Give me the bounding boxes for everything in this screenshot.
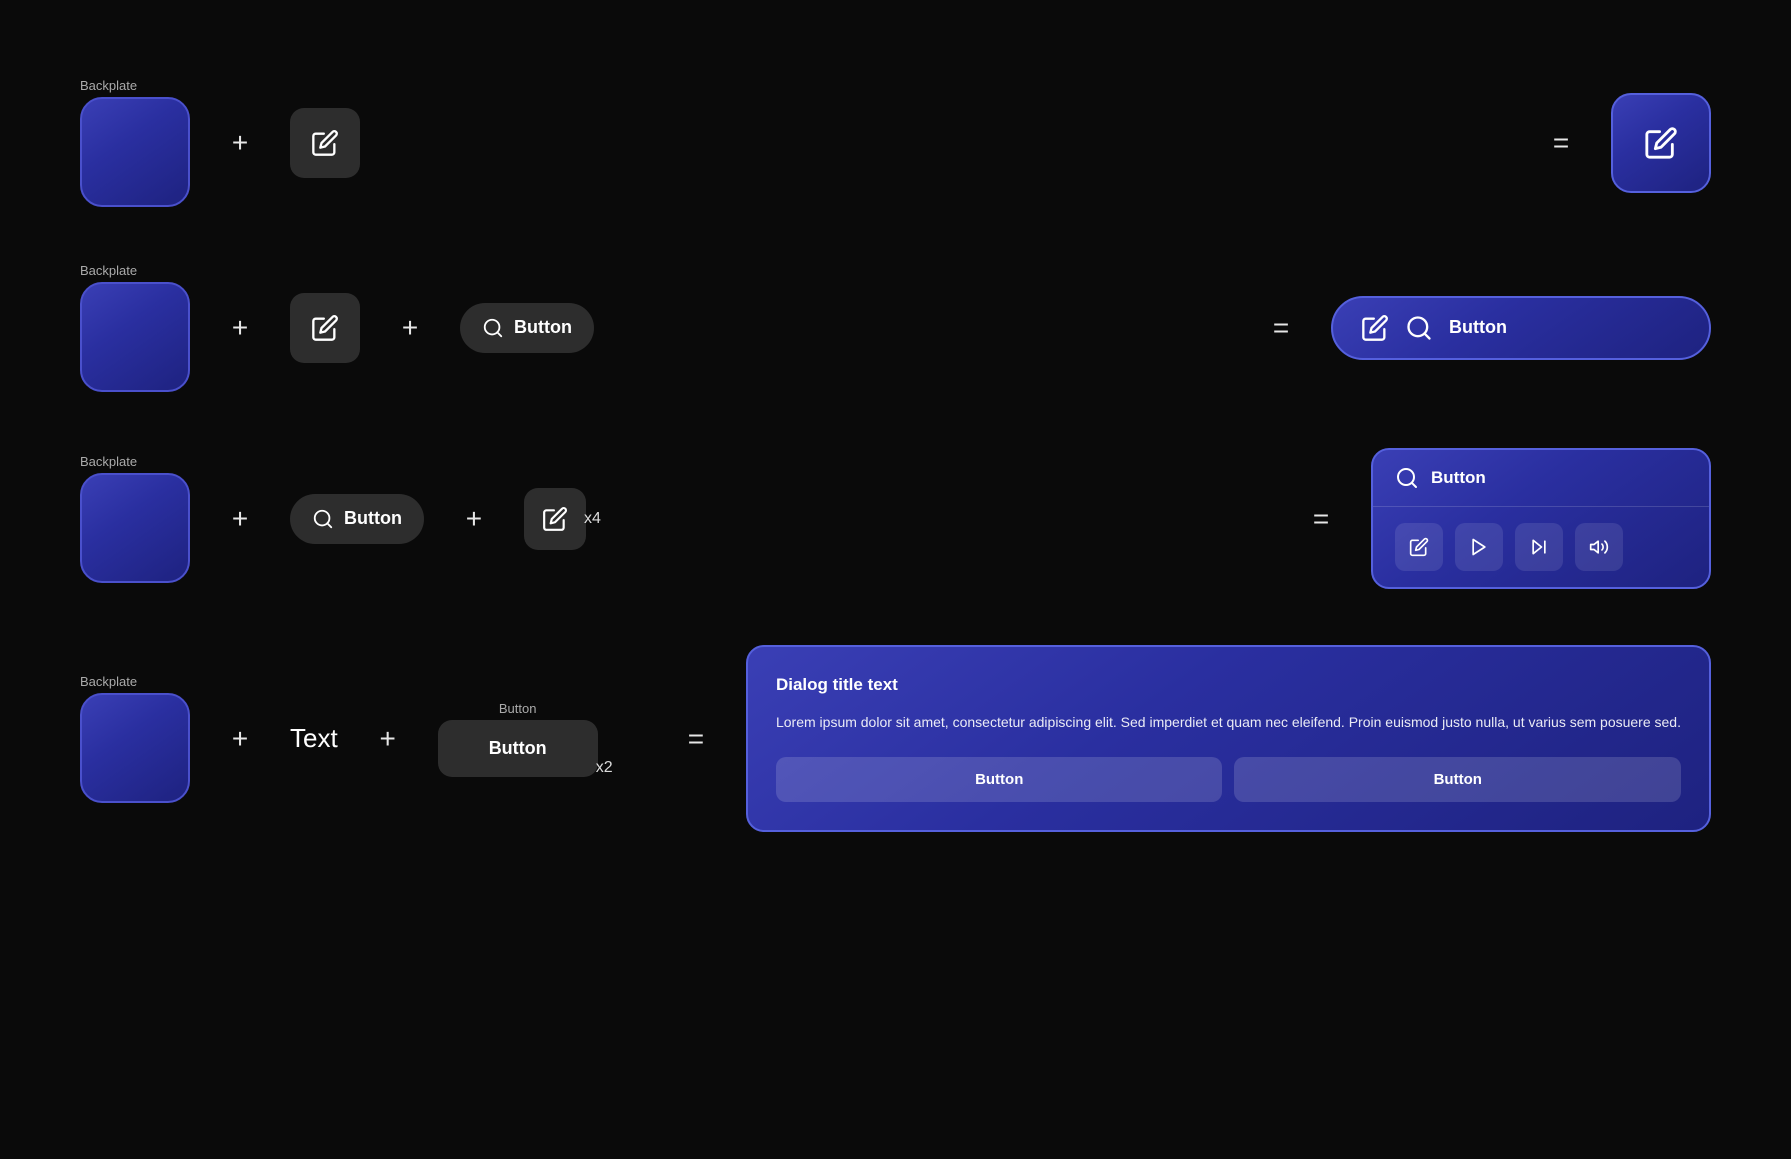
row2-plus-1: + <box>222 312 258 344</box>
row2-backplate <box>80 282 190 392</box>
row3-backplate-group: Backplate <box>80 454 190 583</box>
row2-backplate-label: Backplate <box>80 263 137 278</box>
panel-volume-icon <box>1589 537 1609 557</box>
row2-result-label: Button <box>1449 317 1507 338</box>
row3-search-button-pill[interactable]: Button <box>290 494 424 544</box>
panel-forward-icon <box>1529 537 1549 557</box>
row1-backplate-label: Backplate <box>80 78 137 93</box>
pencil-icon-2 <box>311 314 339 342</box>
row3-result-bottom <box>1373 507 1709 587</box>
row3-result-top-label: Button <box>1431 468 1486 488</box>
row3-multiplier: x4 <box>584 510 601 528</box>
row4-button-above-label: Button <box>499 701 537 716</box>
row3-pencil-x4-group: x4 <box>524 488 601 550</box>
result-search-icon-3 <box>1395 466 1419 490</box>
row2-result[interactable]: Button <box>1331 296 1711 360</box>
search-icon-3 <box>312 508 334 530</box>
dialog-title: Dialog title text <box>776 675 1681 695</box>
row3-icon-btn-pencil[interactable] <box>1395 523 1443 571</box>
pencil-icon-3 <box>542 506 568 532</box>
row3-icon-btn-volume[interactable] <box>1575 523 1623 571</box>
row3-icon-btn-play[interactable] <box>1455 523 1503 571</box>
panel-pencil-icon <box>1409 537 1429 557</box>
row-4: Backplate + Text + Button Button x2 = Di… <box>80 617 1711 860</box>
row3-pencil-icon-pill[interactable] <box>524 488 586 550</box>
row2-plus-2: + <box>392 312 428 344</box>
row4-multiplier: x2 <box>596 759 613 777</box>
row1-plus-1: + <box>222 127 258 159</box>
row3-button-label: Button <box>344 508 402 529</box>
row3-backplate <box>80 473 190 583</box>
row-3: Backplate + Button + x4 = <box>80 420 1711 617</box>
row4-backplate <box>80 693 190 803</box>
dialog-buttons: Button Button <box>776 757 1681 802</box>
row4-text-label: Text <box>290 723 338 754</box>
dialog-body: Lorem ipsum dolor sit amet, consectetur … <box>776 711 1681 733</box>
row3-icon-btn-forward[interactable] <box>1515 523 1563 571</box>
row-2: Backplate + + Button = <box>80 235 1711 420</box>
row4-result-dialog: Dialog title text Lorem ipsum dolor sit … <box>746 645 1711 832</box>
search-icon-2 <box>482 317 504 339</box>
row2-button-label: Button <box>514 317 572 338</box>
row3-result: Button <box>1371 448 1711 589</box>
row4-backplate-label: Backplate <box>80 674 137 689</box>
row3-plus-2: + <box>456 503 492 535</box>
row4-backplate-group: Backplate <box>80 674 190 803</box>
row1-result[interactable] <box>1611 93 1711 193</box>
dialog-button-1[interactable]: Button <box>776 757 1223 802</box>
result-search-icon-2 <box>1405 314 1433 342</box>
dialog-button-2[interactable]: Button <box>1234 757 1681 802</box>
page-container: Backplate + = Backplate + <box>0 0 1791 1159</box>
row1-backplate <box>80 97 190 207</box>
row4-dark-button[interactable]: Button <box>438 720 598 777</box>
row4-plus-2: + <box>370 723 406 755</box>
pencil-icon <box>311 129 339 157</box>
result-pencil-icon-2 <box>1361 314 1389 342</box>
row3-plus-1: + <box>222 503 258 535</box>
row4-equals: = <box>678 723 714 755</box>
row2-equals: = <box>1263 312 1299 344</box>
row1-backplate-group: Backplate <box>80 78 190 207</box>
row4-button-x2-group: Button Button x2 <box>438 701 613 777</box>
row3-equals: = <box>1303 503 1339 535</box>
row2-backplate-group: Backplate <box>80 263 190 392</box>
row4-button-with-label: Button Button <box>438 701 598 777</box>
row2-search-button-pill[interactable]: Button <box>460 303 594 353</box>
row1-equals: = <box>1543 127 1579 159</box>
panel-play-icon <box>1469 537 1489 557</box>
row3-backplate-label: Backplate <box>80 454 137 469</box>
row2-pencil-icon-pill[interactable] <box>290 293 360 363</box>
row4-button-text: Button <box>489 738 547 759</box>
row4-plus-1: + <box>222 723 258 755</box>
row-1: Backplate + = <box>80 50 1711 235</box>
row3-result-top: Button <box>1373 450 1709 507</box>
result-pencil-icon <box>1644 126 1678 160</box>
row1-pencil-icon-pill[interactable] <box>290 108 360 178</box>
